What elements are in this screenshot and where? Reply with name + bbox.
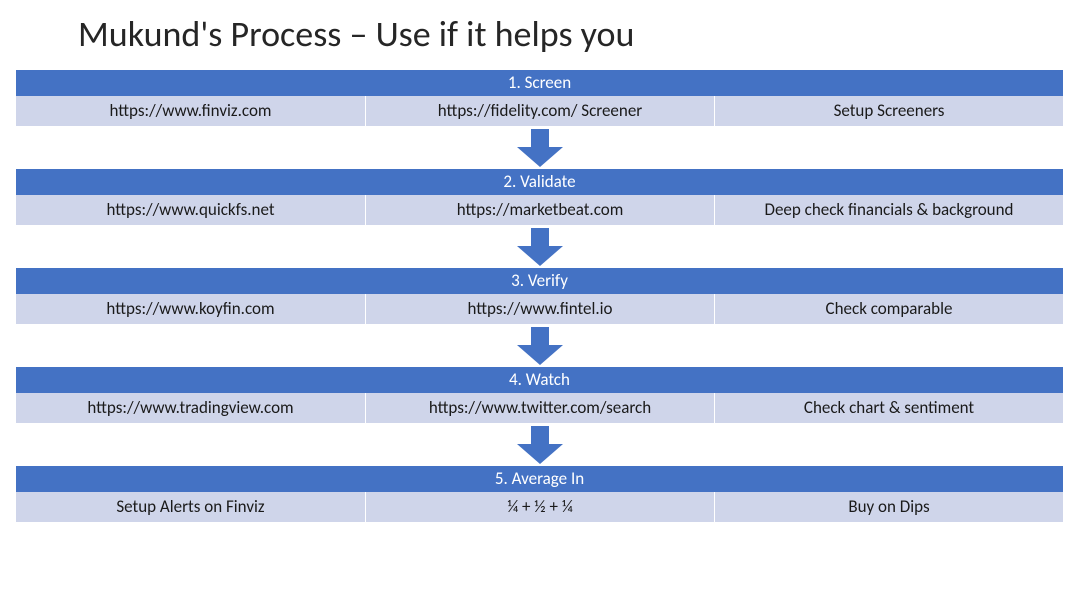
step-row-average-in: Setup Alerts on Finviz ¼ + ½ + ¼ Buy on … — [16, 492, 1063, 522]
cell-watch-2: Check chart & sentiment — [714, 393, 1063, 423]
step-row-verify: https://www.koyfin.com https://www.finte… — [16, 294, 1063, 324]
cell-verify-1: https://www.fintel.io — [365, 294, 714, 324]
arrow-gap-4 — [16, 423, 1063, 466]
slide: Mukund's Process – Use if it helps you 1… — [0, 0, 1079, 605]
cell-verify-2: Check comparable — [714, 294, 1063, 324]
step-row-watch: https://www.tradingview.com https://www.… — [16, 393, 1063, 423]
cell-validate-0: https://www.quickfs.net — [16, 195, 365, 225]
arrow-down-icon — [517, 327, 563, 365]
arrow-gap-3 — [16, 324, 1063, 367]
step-header-watch: 4. Watch — [16, 367, 1063, 393]
cell-screen-0: https://www.finviz.com — [16, 96, 365, 126]
step-row-screen: https://www.finviz.com https://fidelity.… — [16, 96, 1063, 126]
cell-average-1: ¼ + ½ + ¼ — [365, 492, 714, 522]
arrow-gap-2 — [16, 225, 1063, 268]
cell-average-2: Buy on Dips — [714, 492, 1063, 522]
cell-validate-1: https://marketbeat.com — [365, 195, 714, 225]
page-title: Mukund's Process – Use if it helps you — [78, 12, 1063, 56]
cell-watch-0: https://www.tradingview.com — [16, 393, 365, 423]
cell-watch-1: https://www.twitter.com/search — [365, 393, 714, 423]
arrow-gap-1 — [16, 126, 1063, 169]
cell-verify-0: https://www.koyfin.com — [16, 294, 365, 324]
cell-screen-1: https://fidelity.com/ Screener — [365, 96, 714, 126]
arrow-down-icon — [517, 129, 563, 167]
step-header-validate: 2. Validate — [16, 169, 1063, 195]
step-header-screen: 1. Screen — [16, 70, 1063, 96]
cell-validate-2: Deep check financials & background — [714, 195, 1063, 225]
arrow-down-icon — [517, 426, 563, 464]
arrow-down-icon — [517, 228, 563, 266]
cell-average-0: Setup Alerts on Finviz — [16, 492, 365, 522]
step-header-verify: 3. Verify — [16, 268, 1063, 294]
step-header-average-in: 5. Average In — [16, 466, 1063, 492]
cell-screen-2: Setup Screeners — [714, 96, 1063, 126]
step-row-validate: https://www.quickfs.net https://marketbe… — [16, 195, 1063, 225]
